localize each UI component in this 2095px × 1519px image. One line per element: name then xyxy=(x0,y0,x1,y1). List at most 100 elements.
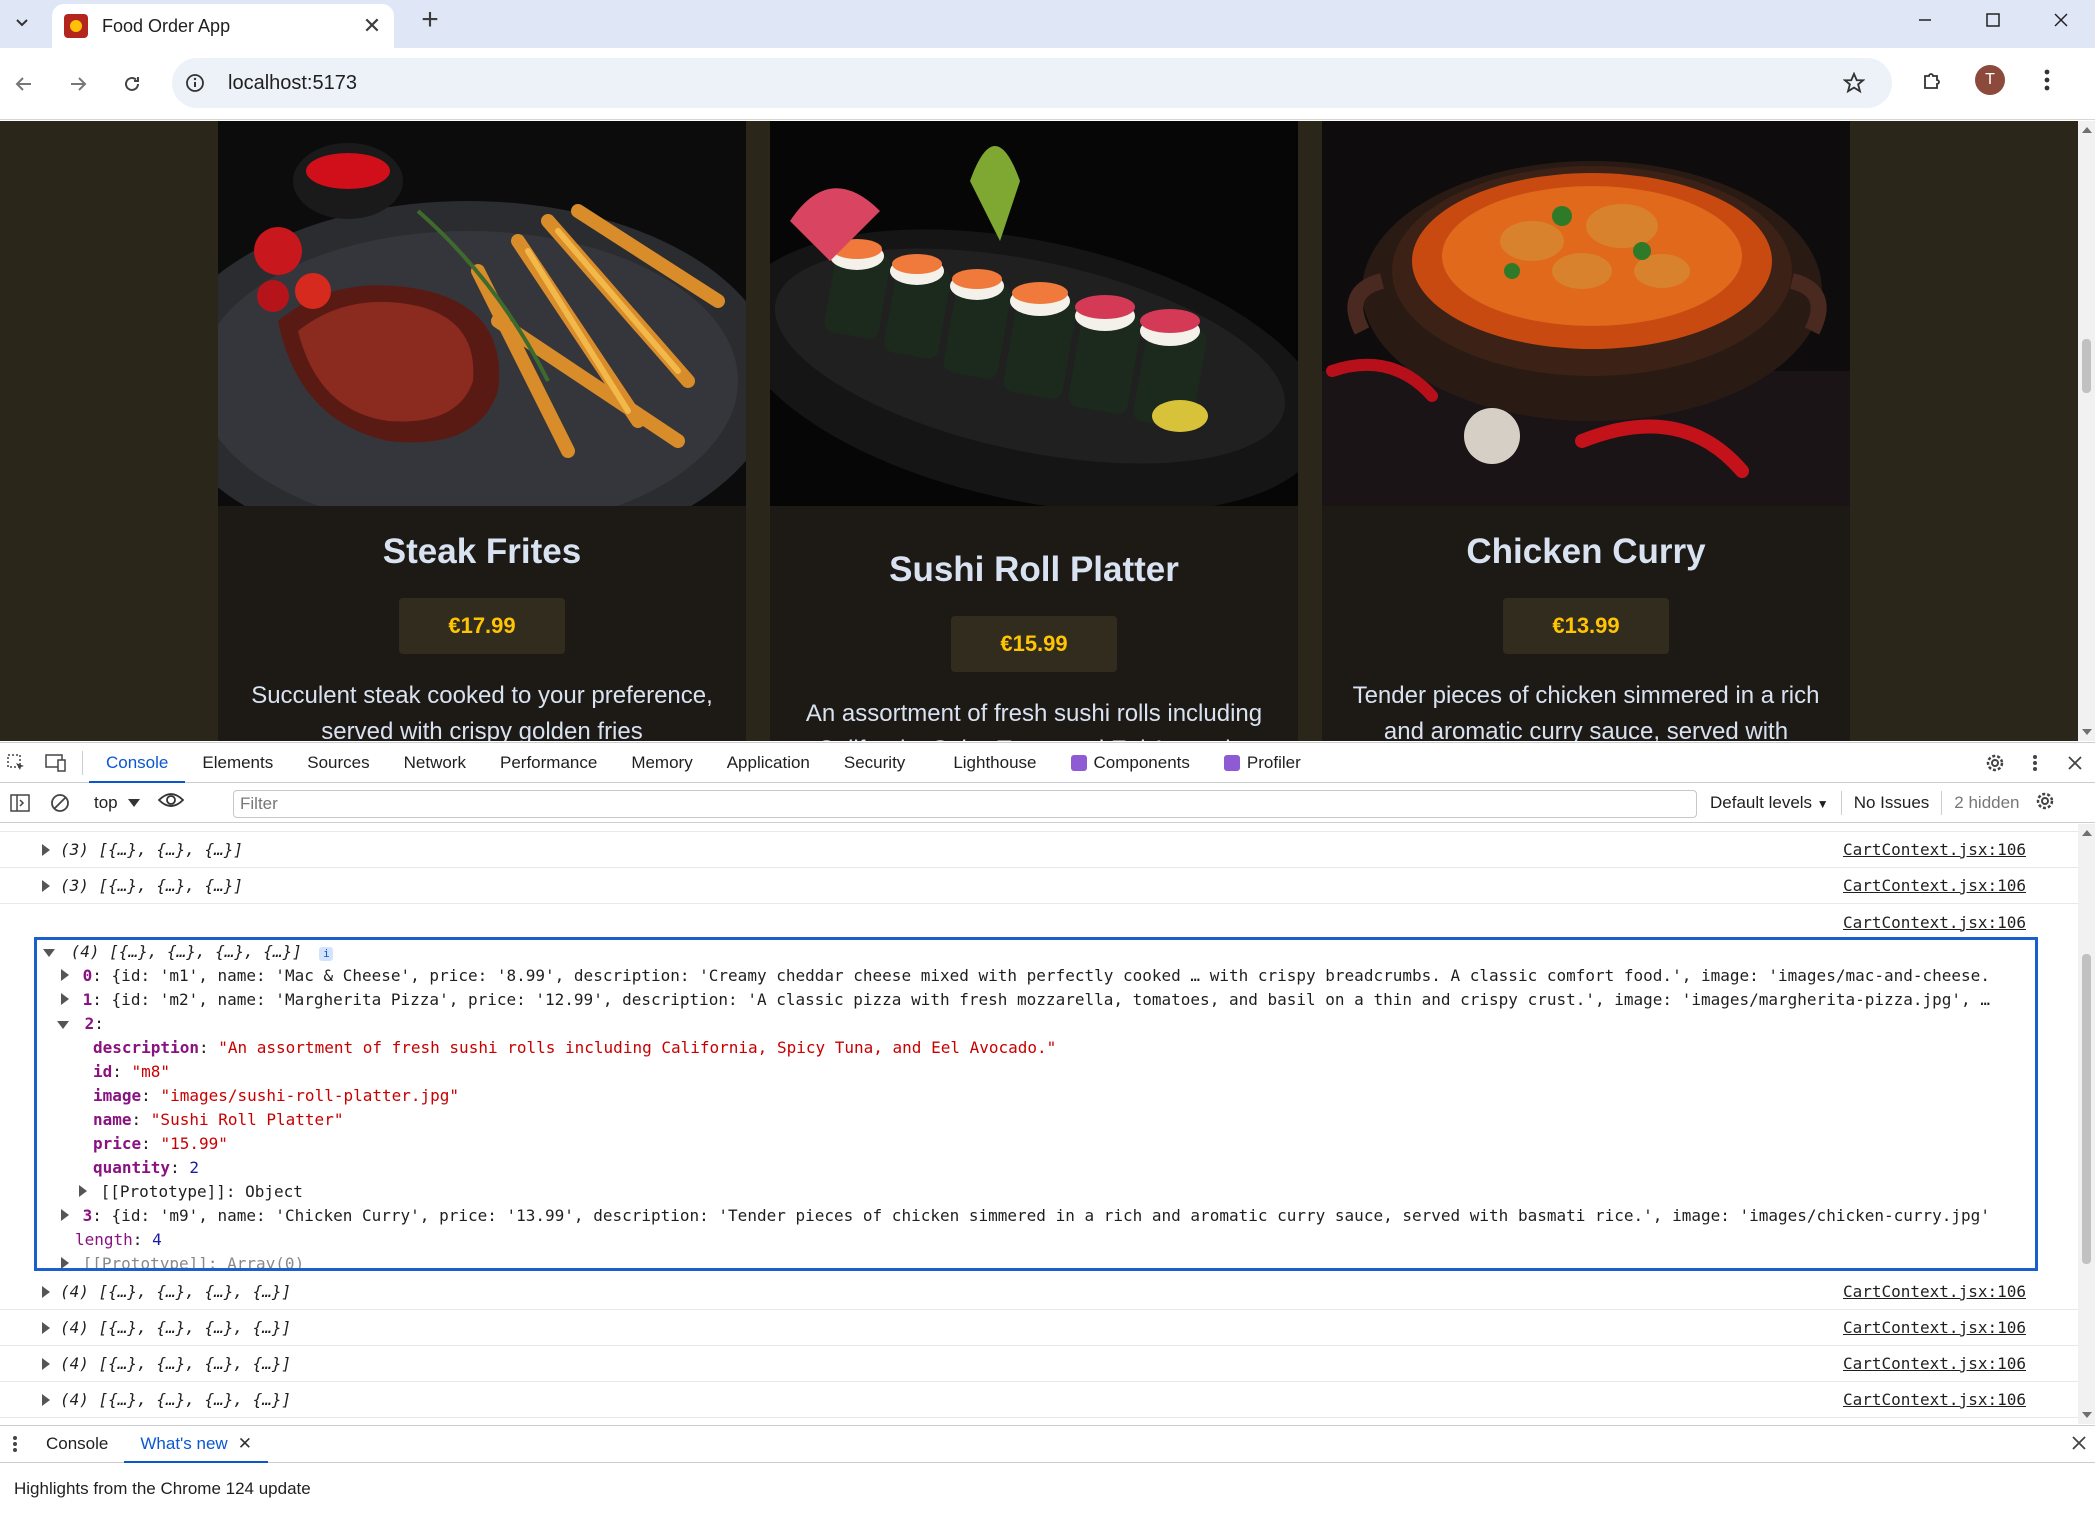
tab-network[interactable]: Network xyxy=(387,743,483,783)
settings-gear-icon[interactable] xyxy=(1975,743,2015,783)
inspect-element-icon[interactable] xyxy=(0,743,36,783)
meal-name: Chicken Curry xyxy=(1466,532,1706,571)
expand-triangle-icon[interactable] xyxy=(79,1185,87,1197)
array-item-3[interactable]: 3: {id: 'm9', name: 'Chicken Curry', pri… xyxy=(61,1206,1990,1225)
console-message[interactable]: (3) [{…}, {…}, {…}] CartContext.jsx:106 xyxy=(0,868,2078,904)
clear-console-icon[interactable] xyxy=(40,783,80,823)
item-1-preview: {id: 'm2', name: 'Margherita Pizza', pri… xyxy=(111,990,1990,1009)
source-link[interactable]: CartContext.jsx:106 xyxy=(1843,876,2026,895)
tab-performance[interactable]: Performance xyxy=(483,743,614,783)
console-message[interactable]: (4) [{…}, {…}, {…}, {…}] CartContext.jsx… xyxy=(0,1382,2078,1418)
expand-triangle-icon[interactable] xyxy=(42,1285,50,1298)
scroll-down-icon[interactable] xyxy=(2082,729,2092,735)
context-selector[interactable]: top xyxy=(94,793,140,813)
scroll-thumb[interactable] xyxy=(2082,954,2091,1264)
console-message[interactable]: (4) [{…}, {…}, {…}, {…}] CartContext.jsx… xyxy=(0,1346,2078,1382)
object-prototype[interactable]: [[Prototype]]: Object xyxy=(79,1182,303,1201)
console-filter-input[interactable]: Filter xyxy=(233,790,1697,818)
scroll-thumb[interactable] xyxy=(2082,339,2091,393)
console-message[interactable]: (4) [{…}, {…}, {…}, {…}] CartContext.jsx… xyxy=(0,1310,2078,1346)
source-link[interactable]: CartContext.jsx:106 xyxy=(1843,1318,2026,1337)
source-link[interactable]: CartContext.jsx:106 xyxy=(1843,1354,2026,1373)
minimize-button[interactable] xyxy=(1891,0,1959,40)
close-devtools-icon[interactable] xyxy=(2055,743,2095,783)
expand-triangle-icon[interactable] xyxy=(42,1393,50,1406)
site-info-icon[interactable] xyxy=(180,68,210,98)
scroll-down-icon[interactable] xyxy=(2082,1412,2092,1418)
source-link[interactable]: CartContext.jsx:106 xyxy=(1843,1390,2026,1409)
console-message[interactable]: (4) [{…}, {…}, {…}, {…}] CartContext.jsx… xyxy=(0,1274,2078,1310)
source-link[interactable]: CartContext.jsx:106 xyxy=(1843,913,2026,932)
log-levels-dropdown[interactable]: Default levels ▼ xyxy=(1710,793,1829,813)
scroll-up-icon[interactable] xyxy=(2082,127,2092,133)
back-button[interactable] xyxy=(6,66,42,102)
tab-lighthouse[interactable]: Lighthouse xyxy=(936,743,1053,783)
log-array-summary[interactable]: (4) [{…}, {…}, {…}, {…}] xyxy=(60,1390,291,1409)
drawer-tab-console[interactable]: Console xyxy=(30,1425,124,1463)
collapse-triangle-icon[interactable] xyxy=(43,949,55,957)
length-row: length: 4 xyxy=(75,1230,162,1249)
profile-avatar[interactable]: T xyxy=(1975,65,2005,95)
tab-security[interactable]: Security xyxy=(827,743,922,783)
tab-elements[interactable]: Elements xyxy=(185,743,290,783)
tab-components[interactable]: Components xyxy=(1054,743,1207,783)
device-toolbar-icon[interactable] xyxy=(36,743,76,783)
log-array-summary[interactable]: (4) [{…}, {…}, {…}, {…}] xyxy=(60,1282,291,1301)
close-window-button[interactable] xyxy=(2027,0,2095,40)
new-tab-button[interactable]: + xyxy=(414,3,446,36)
tab-search-button[interactable] xyxy=(8,8,36,36)
forward-button[interactable] xyxy=(60,66,96,102)
array-item-0[interactable]: 0: {id: 'm1', name: 'Mac & Cheese', pric… xyxy=(61,966,1990,985)
live-expression-eye-icon[interactable] xyxy=(157,791,184,814)
tab-application[interactable]: Application xyxy=(710,743,827,783)
prop-row: price: "15.99" xyxy=(93,1134,228,1153)
array-item-1[interactable]: 1: {id: 'm2', name: 'Margherita Pizza', … xyxy=(61,990,1990,1009)
console-scrollbar[interactable] xyxy=(2078,824,2095,1424)
array-item-2[interactable]: 2: xyxy=(57,1014,104,1033)
sidebar-toggle-icon[interactable] xyxy=(0,783,40,823)
collapse-triangle-icon[interactable] xyxy=(57,1021,69,1029)
source-link[interactable]: CartContext.jsx:106 xyxy=(1843,840,2026,859)
browser-menu-icon[interactable] xyxy=(2029,62,2065,98)
source-link[interactable]: CartContext.jsx:106 xyxy=(1843,1282,2026,1301)
close-tab-icon[interactable]: ✕ xyxy=(358,12,386,40)
page-scrollbar[interactable] xyxy=(2078,121,2095,741)
issues-counter[interactable]: No Issues xyxy=(1854,793,1930,813)
devtools-menu-icon[interactable] xyxy=(2015,743,2055,783)
scroll-up-icon[interactable] xyxy=(2082,830,2092,836)
extensions-puzzle-icon[interactable] xyxy=(1915,62,1951,98)
log-array-summary[interactable]: (3) [{…}, {…}, {…}] xyxy=(60,876,243,895)
expand-triangle-icon[interactable] xyxy=(42,879,50,892)
console-message[interactable]: (3) [{…}, {…}, {…}] CartContext.jsx:106 xyxy=(0,832,2078,868)
log-array-summary[interactable]: (4) [{…}, {…}, {…}, {…}] xyxy=(60,1354,291,1373)
bookmark-star-icon[interactable] xyxy=(1834,63,1874,103)
maximize-button[interactable] xyxy=(1959,0,2027,40)
expand-triangle-icon[interactable] xyxy=(61,1209,69,1221)
expand-triangle-icon[interactable] xyxy=(42,1357,50,1370)
drawer-tab-whats-new[interactable]: What's new ✕ xyxy=(124,1425,268,1463)
reload-button[interactable] xyxy=(114,66,150,102)
address-bar[interactable]: localhost:5173 xyxy=(172,58,1892,108)
log-array-summary[interactable]: (4) [{…}, {…}, {…}, {…}] xyxy=(60,1318,291,1337)
expand-triangle-icon[interactable] xyxy=(61,993,69,1005)
arrow-right-icon xyxy=(71,77,87,91)
array-prototype[interactable]: [[Prototype]]: Array(0) xyxy=(61,1254,304,1268)
tab-profiler[interactable]: Profiler xyxy=(1207,743,1318,783)
log-array-summary[interactable]: (3) [{…}, {…}, {…}] xyxy=(60,840,243,859)
close-drawer-icon[interactable] xyxy=(2071,1435,2087,1456)
tab-sources[interactable]: Sources xyxy=(290,743,386,783)
drawer-menu-icon[interactable] xyxy=(0,1424,30,1464)
expand-triangle-icon[interactable] xyxy=(42,843,50,856)
tab-console[interactable]: Console xyxy=(89,743,186,783)
meal-price: €15.99 xyxy=(951,616,1117,672)
expand-triangle-icon[interactable] xyxy=(42,1321,50,1334)
expanded-array-summary[interactable]: (4) [{…}, {…}, {…}, {…}] xyxy=(71,942,302,961)
console-message: CartContext.jsx:106 xyxy=(0,904,2078,940)
tab-memory[interactable]: Memory xyxy=(614,743,709,783)
console-settings-gear-icon[interactable] xyxy=(2034,790,2056,817)
browser-tab[interactable]: Food Order App ✕ xyxy=(52,4,394,48)
close-icon[interactable]: ✕ xyxy=(238,1434,252,1454)
info-icon[interactable]: i xyxy=(319,947,334,961)
expand-triangle-icon[interactable] xyxy=(61,1257,69,1268)
expand-triangle-icon[interactable] xyxy=(61,969,69,981)
